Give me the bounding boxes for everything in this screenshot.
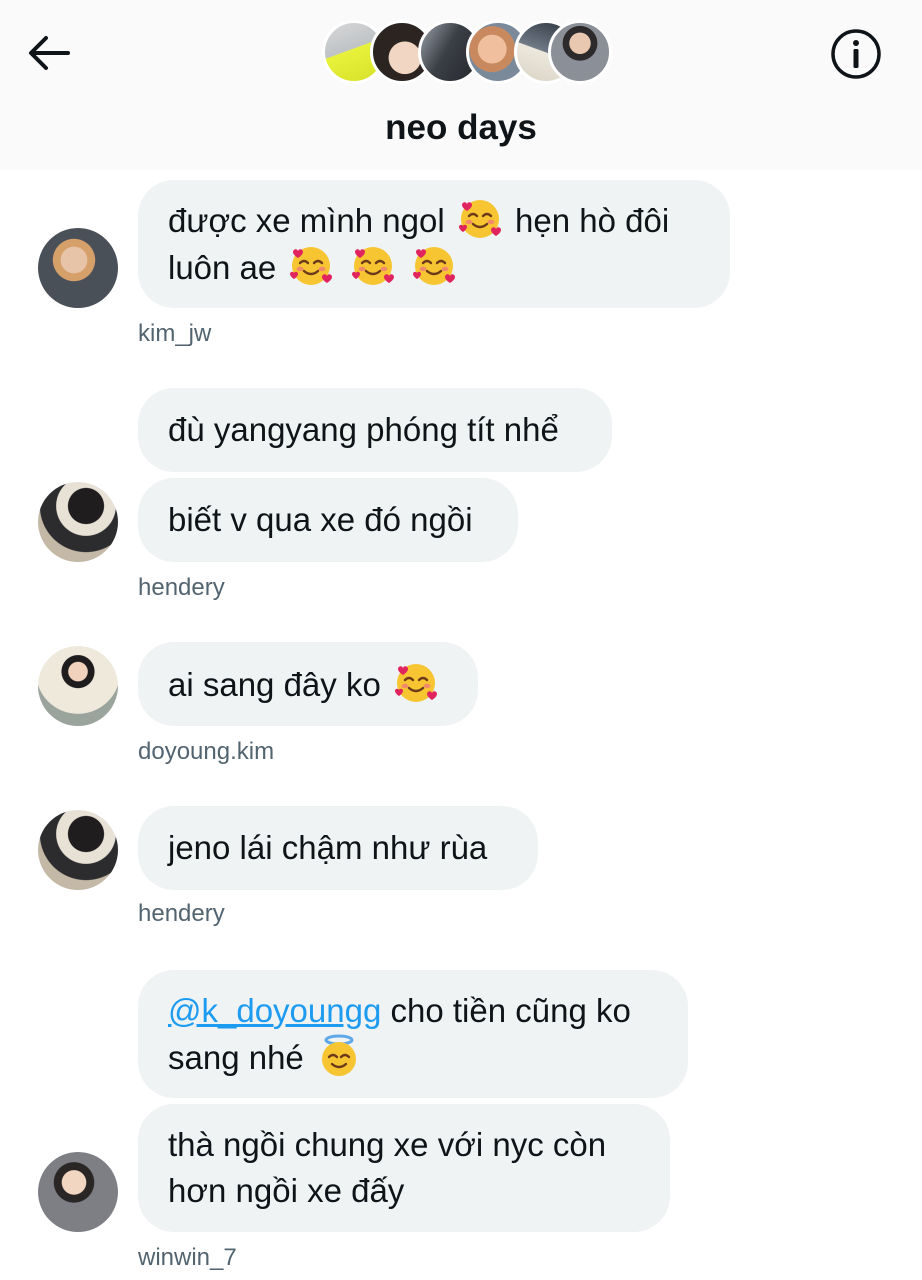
back-button[interactable] xyxy=(22,30,74,76)
sender-username[interactable]: hendery xyxy=(138,900,225,928)
smiling-face-with-hearts-icon xyxy=(412,244,456,288)
message-text: ai sang đây ko xyxy=(168,665,381,703)
message-bubble[interactable]: biết v qua xe đó ngồi xyxy=(138,478,518,562)
mention-link[interactable]: @k_doyoungg xyxy=(168,992,381,1029)
message-text: jeno lái chậm như rùa xyxy=(168,829,488,866)
message-bubble[interactable]: jeno lái chậm như rùa xyxy=(138,806,538,890)
message-bubble[interactable]: đù yangyang phóng tít nhể xyxy=(138,388,612,472)
member-avatar xyxy=(548,20,612,84)
message-text: luôn ae xyxy=(168,249,277,286)
message-text: đù yangyang phóng tít nhể xyxy=(168,411,559,448)
message-text: biết v qua xe đó ngồi xyxy=(168,501,473,538)
avatar[interactable] xyxy=(38,810,118,890)
avatar[interactable] xyxy=(38,646,118,726)
smiling-face-with-hearts-icon xyxy=(394,661,438,705)
conversation-title: neo days xyxy=(385,108,537,147)
avatar[interactable] xyxy=(38,228,118,308)
message-bubble[interactable]: ai sang đây ko xyxy=(138,642,478,726)
avatar[interactable] xyxy=(38,482,118,562)
message-bubble[interactable]: thà ngồi chung xe với nyc còn hơn ngồi x… xyxy=(138,1104,670,1232)
message-bubble[interactable]: được xe mình ngol hẹn hò đôi luôn ae xyxy=(138,180,730,308)
member-avatars[interactable] xyxy=(322,20,612,84)
smiling-face-with-hearts-icon xyxy=(289,244,333,288)
sender-username[interactable]: kim_jw xyxy=(138,320,211,348)
message-text: hẹn hò đôi xyxy=(515,202,670,239)
sender-username[interactable]: hendery xyxy=(138,574,225,602)
info-icon xyxy=(831,29,881,79)
smiling-face-with-hearts-icon xyxy=(351,244,395,288)
message-bubble[interactable]: @k_doyoungg cho tiền cũng ko sang nhé xyxy=(138,970,688,1098)
message-text: cho tiền cũng ko xyxy=(390,991,631,1029)
message-text: sang nhé xyxy=(168,1038,304,1076)
avatar[interactable] xyxy=(38,1152,118,1232)
smiling-face-with-halo-icon xyxy=(317,1034,361,1078)
message-text: hơn ngồi xe đấy xyxy=(168,1172,405,1209)
message-text: được xe mình ngol xyxy=(168,202,445,239)
sender-username[interactable]: winwin_7 xyxy=(138,1244,237,1272)
arrow-left-icon xyxy=(29,36,70,70)
sender-username[interactable]: doyoung.kim xyxy=(138,738,274,766)
smiling-face-with-hearts-icon xyxy=(458,197,502,241)
message-text: thà ngồi chung xe với nyc còn xyxy=(168,1126,607,1163)
info-button[interactable] xyxy=(830,28,882,80)
conversation-header: neo days xyxy=(0,0,922,170)
